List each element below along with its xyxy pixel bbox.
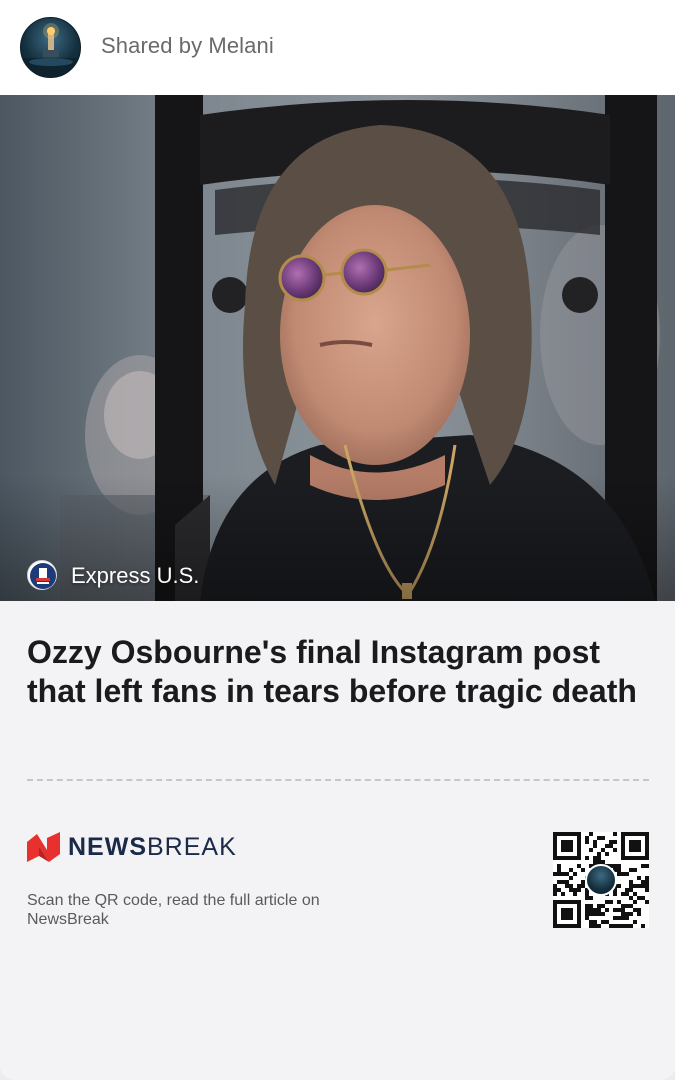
scan-instructions: Scan the QR code, read the full article … <box>27 892 320 928</box>
express-us-logo-icon <box>27 560 57 590</box>
brand-news: NEWS <box>68 833 147 861</box>
article-image[interactable]: Express U.S. <box>0 95 675 601</box>
lighthouse-avatar-icon[interactable] <box>20 17 81 78</box>
share-card: Shared by Melani Express U.S. Ozzy Osbou… <box>0 0 675 1080</box>
divider <box>27 779 649 781</box>
article-headline[interactable]: Ozzy Osbourne's final Instagram post tha… <box>27 633 657 711</box>
newsbreak-logo-icon <box>27 832 61 862</box>
shared-by-label: Shared by Melani <box>101 33 274 58</box>
source-name[interactable]: Express U.S. <box>71 563 199 589</box>
qr-center-avatar-icon <box>585 864 617 896</box>
brand-break: BREAK <box>147 833 237 861</box>
share-header: Shared by Melani <box>0 0 675 95</box>
newsbreak-wordmark: NEWSBREAK <box>68 833 237 862</box>
